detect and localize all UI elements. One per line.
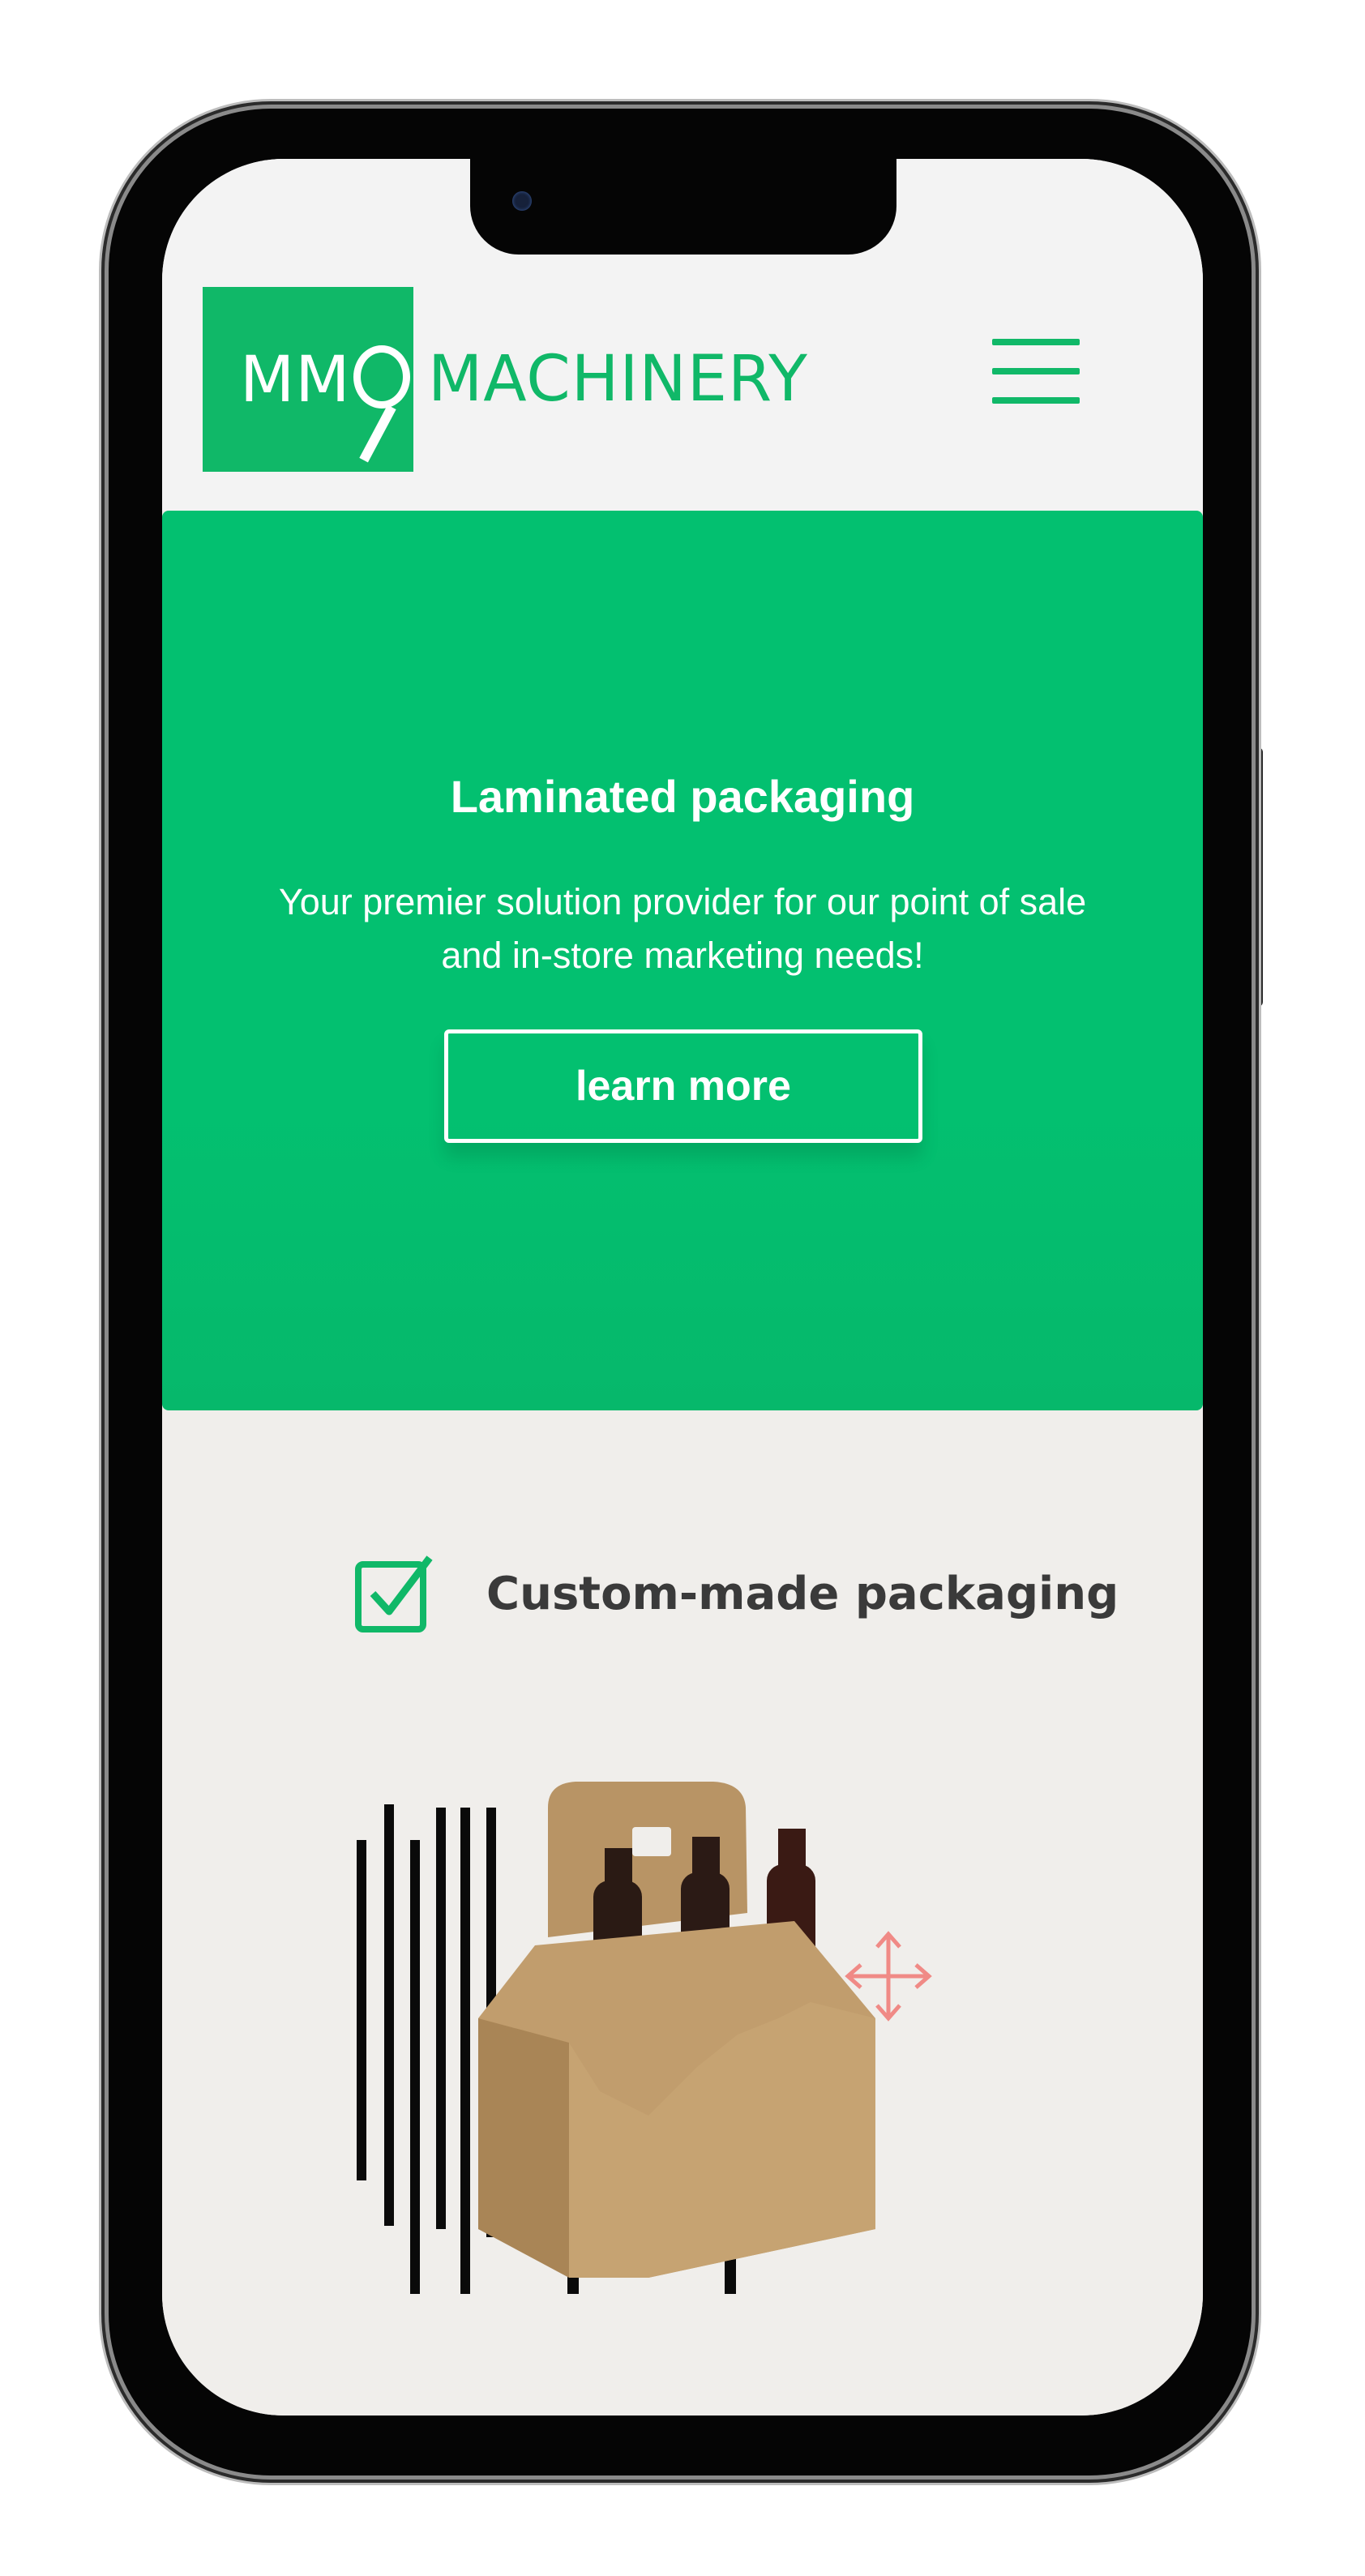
phone-screen: MM MACHINERY Laminated packaging Your pr…	[162, 159, 1203, 2416]
front-camera	[512, 191, 532, 211]
hamburger-line	[992, 397, 1080, 404]
logo-brand-text: MACHINERY	[428, 343, 808, 416]
hero-title: Laminated packaging	[450, 771, 915, 822]
logo-magnifier-handle	[359, 404, 396, 463]
checkbox-check-icon	[355, 1555, 433, 1632]
hero-subtitle: Your premier solution provider for our p…	[278, 881, 1087, 976]
learn-more-button[interactable]: learn more	[444, 1029, 922, 1143]
power-button	[1253, 747, 1263, 1007]
feature-item: Custom-made packaging	[353, 1553, 1119, 1634]
hero-banner: Laminated packaging Your premier solutio…	[162, 511, 1203, 1410]
logo-mark-text: MM	[240, 344, 351, 417]
features-section: Custom-made packaging	[162, 1410, 1203, 2416]
bottle-carrier-illustration	[357, 1782, 932, 2294]
feature-label: Custom-made packaging	[486, 1567, 1119, 1620]
brand-logo[interactable]: MM MACHINERY	[203, 287, 808, 472]
hamburger-line	[992, 368, 1080, 374]
notch	[470, 159, 896, 255]
hamburger-icon[interactable]	[992, 339, 1080, 404]
logo-magnifier-icon	[353, 345, 410, 409]
logo-mark: MM	[203, 287, 413, 472]
hamburger-line	[992, 339, 1080, 345]
